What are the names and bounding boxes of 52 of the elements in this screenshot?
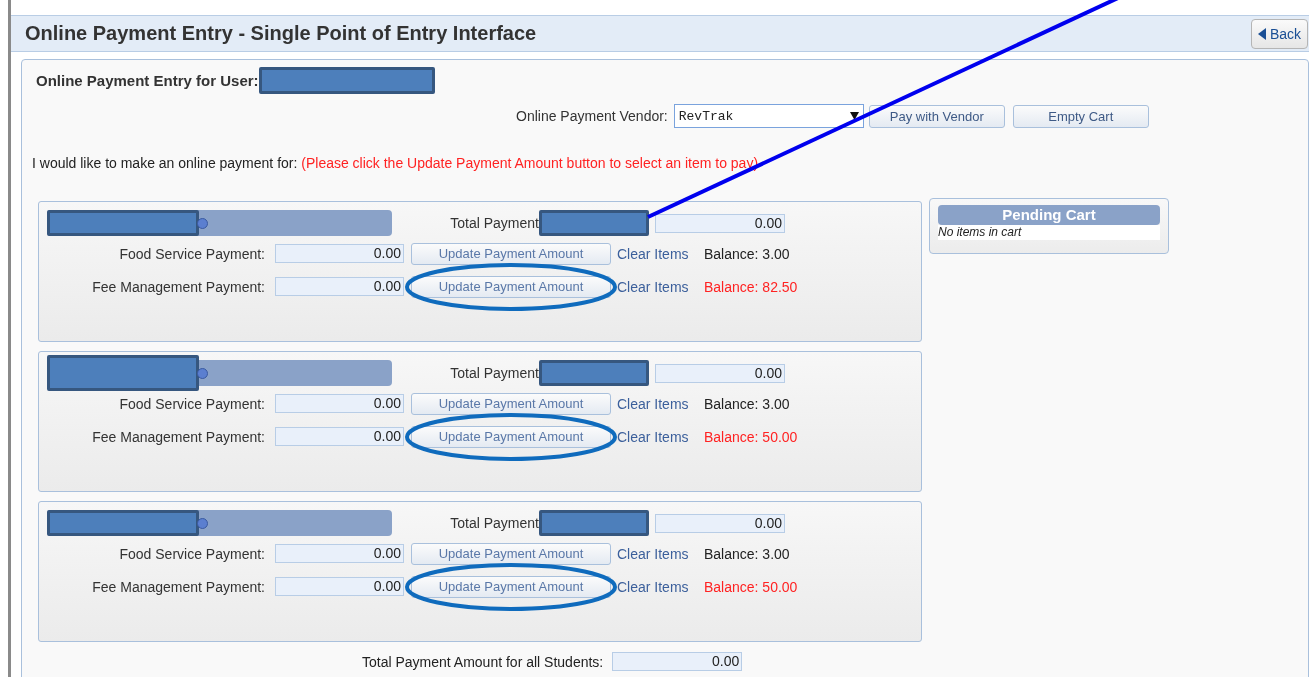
dropdown-caret-icon	[849, 112, 859, 120]
pay-with-vendor-button[interactable]: Pay with Vendor	[868, 104, 1005, 128]
clear-items-link[interactable]: Clear Items	[617, 545, 704, 562]
balance-text: Balance: 82.50	[704, 278, 798, 295]
payment-label: Food Service Payment:	[118, 395, 265, 412]
info-icon	[197, 367, 208, 379]
cart-empty-text: No items in cart	[938, 225, 1160, 240]
total-payment-field[interactable]: 0.00	[655, 513, 785, 533]
payment-amount-field[interactable]: 0.00	[275, 394, 404, 413]
user-label: Online Payment Entry for User:	[36, 71, 259, 89]
payment-amount-field[interactable]: 0.00	[275, 544, 404, 563]
balance-text: Balance: 50.00	[704, 428, 798, 445]
balance-text: Balance: 3.00	[704, 545, 790, 562]
payment-amount-field[interactable]: 0.00	[275, 427, 404, 446]
clear-items-link[interactable]: Clear Items	[617, 395, 704, 412]
update-payment-amount-button[interactable]: Update Payment Amount	[411, 275, 611, 298]
total-payment-label: Total Payment	[449, 215, 539, 231]
back-icon	[1257, 27, 1266, 40]
vendor-dropdown[interactable]: RevTrak	[673, 104, 864, 128]
page-title: Online Payment Entry - Single Point of Entry Interface	[25, 22, 537, 45]
back-button[interactable]: Back	[1250, 18, 1308, 49]
grand-total-label: Total Payment Amount for all Students:	[362, 653, 604, 670]
clear-items-link[interactable]: Clear Items	[617, 428, 704, 445]
info-icon	[197, 217, 208, 229]
clear-items-link[interactable]: Clear Items	[617, 278, 704, 295]
payment-label: Fee Management Payment:	[91, 278, 265, 295]
vendor-label: Online Payment Vendor:	[516, 108, 668, 124]
clear-items-link[interactable]: Clear Items	[617, 578, 704, 595]
update-payment-amount-button[interactable]: Update Payment Amount	[411, 392, 611, 415]
empty-cart-button[interactable]: Empty Cart	[1012, 104, 1149, 128]
info-icon	[197, 517, 208, 529]
clear-items-link[interactable]: Clear Items	[617, 245, 704, 262]
payment-label: Food Service Payment:	[118, 545, 265, 562]
update-payment-amount-button[interactable]: Update Payment Amount	[411, 542, 611, 565]
update-payment-amount-button[interactable]: Update Payment Amount	[411, 425, 611, 448]
total-payment-label: Total Payment	[449, 365, 539, 381]
payment-label: Fee Management Payment:	[91, 428, 265, 445]
cart-title: Pending Cart	[938, 205, 1160, 225]
total-payment-field[interactable]: 0.00	[655, 213, 785, 233]
update-payment-amount-button[interactable]: Update Payment Amount	[411, 242, 611, 265]
total-payment-label: Total Payment	[449, 515, 539, 531]
update-payment-amount-button[interactable]: Update Payment Amount	[411, 575, 611, 598]
balance-text: Balance: 50.00	[704, 578, 798, 595]
payment-amount-field[interactable]: 0.00	[275, 577, 404, 596]
payment-amount-field[interactable]: 0.00	[275, 244, 404, 263]
total-payment-field[interactable]: 0.00	[655, 363, 785, 383]
payment-label: Fee Management Payment:	[91, 578, 265, 595]
balance-text: Balance: 3.00	[704, 245, 790, 262]
payment-amount-field[interactable]: 0.00	[275, 277, 404, 296]
balance-text: Balance: 3.00	[704, 395, 790, 412]
payment-label: Food Service Payment:	[118, 245, 265, 262]
grand-total-field[interactable]: 0.00	[612, 652, 743, 671]
